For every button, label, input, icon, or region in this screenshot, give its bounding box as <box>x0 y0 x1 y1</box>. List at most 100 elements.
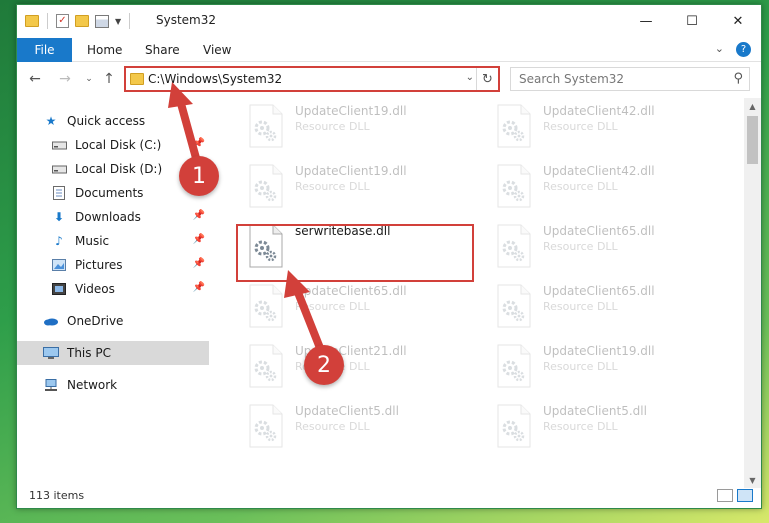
sidebar-item-label: Local Disk (C:) <box>75 138 162 152</box>
tab-home[interactable]: Home <box>87 38 122 62</box>
large-icons-view-icon[interactable] <box>737 489 753 502</box>
tab-view[interactable]: View <box>203 38 231 62</box>
back-icon[interactable]: ← <box>25 69 45 89</box>
maximize-button[interactable]: ☐ <box>669 5 715 37</box>
dll-file-icon <box>497 104 531 148</box>
folder-icon[interactable] <box>25 15 39 27</box>
properties-check-icon[interactable]: ✓ <box>56 14 69 28</box>
address-highlight-box <box>124 66 500 92</box>
file-item[interactable]: UpdateClient42.dll Resource DLL <box>475 158 715 218</box>
tab-share[interactable]: Share <box>145 38 180 62</box>
download-icon: ⬇ <box>53 210 65 224</box>
forward-icon[interactable]: → <box>55 69 75 89</box>
search-icon[interactable]: ⚲ <box>733 71 743 86</box>
file-type: Resource DLL <box>543 300 618 313</box>
ribbon-tabs: File Home Share View ⌄ ? <box>17 38 761 62</box>
sidebar-item-label: This PC <box>67 346 111 360</box>
dll-file-icon <box>249 344 283 388</box>
dll-file-icon <box>497 344 531 388</box>
sidebar-item-label: Pictures <box>75 258 123 272</box>
file-name: UpdateClient65.dll <box>543 224 655 238</box>
sidebar-item-label: Downloads <box>75 210 141 224</box>
help-icon[interactable]: ? <box>736 42 751 57</box>
scroll-up-icon[interactable]: ▲ <box>744 98 761 114</box>
file-name: UpdateClient5.dll <box>543 404 647 418</box>
file-item[interactable]: UpdateClient65.dll Resource DLL <box>475 278 715 338</box>
search-box[interactable]: Search System32 ⚲ <box>510 67 750 91</box>
file-name: UpdateClient42.dll <box>543 164 655 178</box>
sidebar-item-label: Local Disk (D:) <box>75 162 163 176</box>
file-name: UpdateClient65.dll <box>543 284 655 298</box>
sidebar-item-label: Videos <box>75 282 115 296</box>
file-highlight-box <box>236 224 474 282</box>
file-item[interactable]: UpdateClient5.dll Resource DLL <box>227 398 467 458</box>
sidebar-item-network[interactable]: Network <box>17 373 209 397</box>
up-icon[interactable]: ↑ <box>99 69 119 89</box>
vertical-scrollbar[interactable]: ▲ ▼ <box>744 98 761 488</box>
toolbar-divider <box>47 13 48 29</box>
pin-icon[interactable]: 📌 <box>193 138 205 149</box>
expand-ribbon-icon[interactable]: ⌄ <box>715 42 724 57</box>
recent-locations-icon[interactable]: ⌄ <box>79 69 99 89</box>
item-count: 113 items <box>29 489 85 502</box>
tab-file[interactable]: File <box>17 38 72 62</box>
file-type: Resource DLL <box>543 240 618 253</box>
sidebar-item-onedrive[interactable]: OneDrive <box>17 309 209 333</box>
file-item[interactable]: UpdateClient21.dllResource DLL <box>227 338 467 398</box>
sidebar-item-quick-access[interactable]: ★ Quick access <box>17 109 209 133</box>
dll-file-icon <box>497 284 531 328</box>
sidebar-item-this-pc[interactable]: This PC <box>17 341 209 365</box>
file-type: Resource DLL <box>295 180 370 193</box>
file-type: Resource DLL <box>295 420 370 433</box>
close-button[interactable]: ✕ <box>715 5 761 37</box>
network-icon <box>43 378 59 392</box>
navigation-pane: ★ Quick access Local Disk (C:) 📌 Local D… <box>17 101 209 481</box>
file-name: UpdateClient65.dll <box>295 284 407 298</box>
file-item[interactable]: UpdateClient19.dll Resource DLL <box>227 98 467 158</box>
drive-icon <box>51 162 67 176</box>
pin-icon[interactable]: 📌 <box>193 234 205 245</box>
file-item[interactable]: UpdateClient65.dll Resource DLL <box>227 278 467 338</box>
sidebar-item-label: Network <box>67 378 118 392</box>
star-icon: ★ <box>45 114 57 128</box>
file-type: Resource DLL <box>543 360 618 373</box>
pin-icon[interactable]: 📌 <box>193 210 205 221</box>
file-type: Resource DLL <box>543 420 618 433</box>
sidebar-item-music[interactable]: ♪ Music 📌 <box>17 229 209 253</box>
explorer-window: ✓ ▼ System32 — ☐ ✕ File Home Share View … <box>16 4 762 509</box>
sidebar-item-videos[interactable]: Videos 📌 <box>17 277 209 301</box>
scroll-thumb[interactable] <box>747 116 758 164</box>
pc-icon <box>43 346 59 360</box>
sidebar-item-downloads[interactable]: ⬇ Downloads 📌 <box>17 205 209 229</box>
sidebar-item-label: Music <box>75 234 110 248</box>
ribbon-right-controls: ⌄ ? <box>715 42 751 57</box>
pin-icon[interactable]: 📌 <box>193 282 205 293</box>
file-name: UpdateClient5.dll <box>295 404 399 418</box>
file-item[interactable]: UpdateClient5.dll Resource DLL <box>475 398 715 458</box>
file-item[interactable]: UpdateClient19.dll Resource DLL <box>227 158 467 218</box>
details-view-icon[interactable] <box>717 489 733 502</box>
customize-toolbar-icon[interactable]: ▼ <box>115 17 121 26</box>
file-item[interactable]: UpdateClient19.dll Resource DLL <box>475 338 715 398</box>
status-bar: 113 items <box>17 484 761 508</box>
dll-file-icon <box>249 284 283 328</box>
step-2-badge: 2 <box>304 345 344 385</box>
window-title: System32 <box>156 13 217 27</box>
file-item[interactable]: UpdateClient42.dll Resource DLL <box>475 98 715 158</box>
music-icon: ♪ <box>55 234 63 248</box>
pictures-icon <box>51 258 67 272</box>
dll-file-icon <box>249 104 283 148</box>
navigation-bar: ← → ⌄ ↑ C:\Windows\System32 ⌄ ↻ Search S… <box>17 65 761 93</box>
minimize-button[interactable]: — <box>623 5 669 37</box>
pin-icon[interactable]: 📌 <box>193 258 205 269</box>
sidebar-item-label: OneDrive <box>67 314 124 328</box>
title-bar: ✓ ▼ System32 — ☐ ✕ <box>17 5 761 37</box>
new-folder-icon[interactable] <box>75 15 89 27</box>
file-item[interactable]: UpdateClient65.dll Resource DLL <box>475 218 715 278</box>
properties-icon[interactable] <box>95 14 109 28</box>
file-list: UpdateClient19.dll Resource DLL UpdateClie… <box>217 98 745 480</box>
sidebar-item-local-disk-c[interactable]: Local Disk (C:) 📌 <box>17 133 209 157</box>
sidebar-item-pictures[interactable]: Pictures 📌 <box>17 253 209 277</box>
drive-icon <box>51 138 67 152</box>
file-name: UpdateClient42.dll <box>543 104 655 118</box>
